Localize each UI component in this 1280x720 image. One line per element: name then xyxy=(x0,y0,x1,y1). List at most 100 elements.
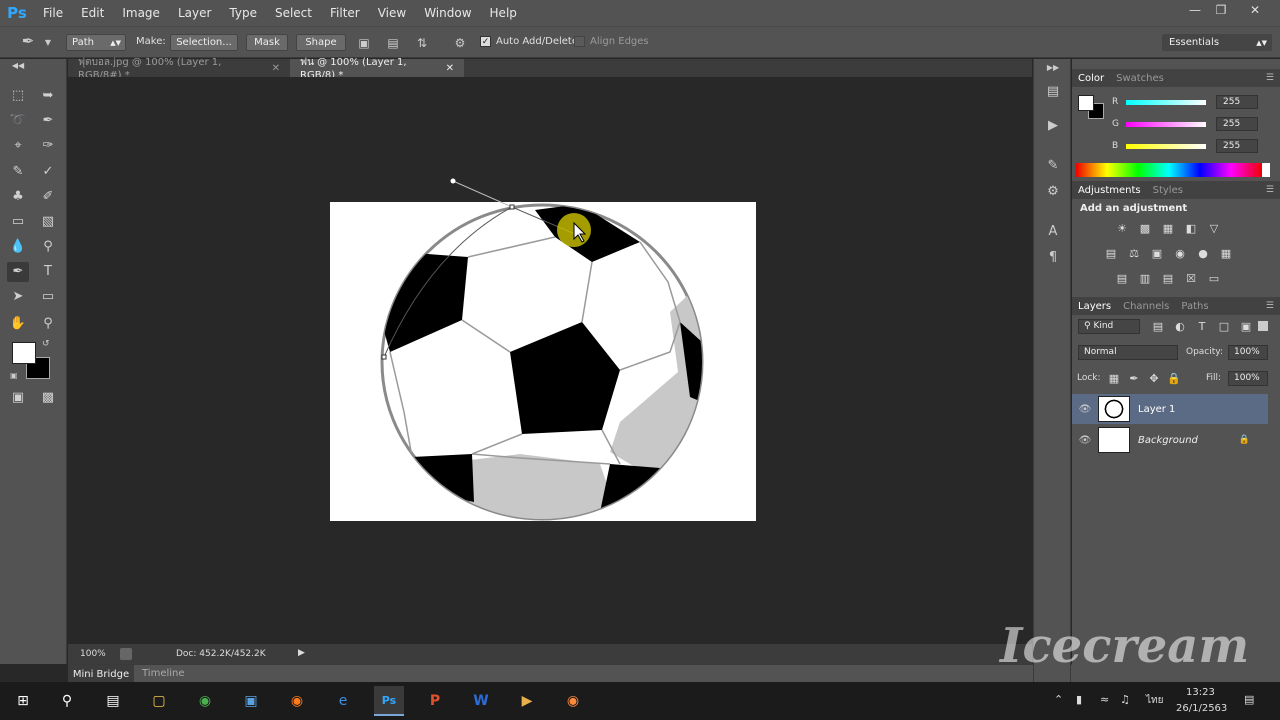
foreground-color-chip[interactable] xyxy=(1078,95,1094,111)
exposure-icon[interactable]: ◧ xyxy=(1183,221,1199,237)
canvas-area[interactable] xyxy=(68,77,1032,644)
tab-adjustments[interactable]: Adjustments xyxy=(1072,185,1147,196)
collapse-icon[interactable]: ◀◀ xyxy=(7,61,29,71)
wifi-icon[interactable]: ≈ xyxy=(1100,693,1109,706)
menu-image[interactable]: Image xyxy=(113,6,169,20)
selective-color-icon[interactable]: ☒ xyxy=(1183,271,1199,287)
marquee-tool-icon[interactable]: ⬚ xyxy=(7,86,29,106)
firefox-icon[interactable]: ◉ xyxy=(282,686,312,716)
menu-window[interactable]: Window xyxy=(415,6,480,20)
windows-start-icon[interactable]: ⊞ xyxy=(8,686,38,716)
pen-tool-preset-icon[interactable]: ✒ xyxy=(20,33,36,49)
brightness-icon[interactable]: ☀ xyxy=(1114,221,1130,237)
brush-presets-icon[interactable]: ✎ xyxy=(1044,157,1062,175)
dodge-tool-icon[interactable]: ⚲ xyxy=(37,237,59,257)
status-menu-arrow-icon[interactable]: ▶ xyxy=(298,648,305,658)
curves-icon[interactable]: ▦ xyxy=(1160,221,1176,237)
tray-chevron-icon[interactable]: ⌃ xyxy=(1054,693,1063,706)
layer-filter-select[interactable]: ⚲ Kind xyxy=(1078,319,1140,334)
clock-date[interactable]: 26/1/2563 xyxy=(1176,703,1227,714)
battery-icon[interactable]: ▮ xyxy=(1076,693,1082,706)
panel-menu-icon[interactable]: ☰ xyxy=(1266,301,1274,311)
shape-button[interactable]: Shape xyxy=(296,34,346,51)
default-colors-icon[interactable]: ▣ xyxy=(10,371,18,380)
tab-active-document[interactable]: ฟน @ 100% (Layer 1, RGB/8) * ✕ xyxy=(290,57,464,81)
paragraph-icon[interactable]: ¶ xyxy=(1044,249,1062,267)
menu-edit[interactable]: Edit xyxy=(72,6,113,20)
tool-presets-icon[interactable]: ⚙ xyxy=(1044,183,1062,201)
blue-track[interactable] xyxy=(1126,143,1206,149)
align-edges-checkbox[interactable] xyxy=(574,36,585,47)
blue-slider[interactable]: B 255 xyxy=(1112,139,1258,153)
actions-icon[interactable]: ▶ xyxy=(1044,117,1062,135)
spectrum-white[interactable] xyxy=(1262,163,1270,177)
gear-icon[interactable]: ⚙ xyxy=(452,35,468,51)
volume-icon[interactable]: ♫ xyxy=(1120,693,1130,706)
selection-button[interactable]: Selection... xyxy=(170,34,238,51)
close-icon[interactable]: ✕ xyxy=(1240,0,1270,20)
crop-tool-icon[interactable]: ⌖ xyxy=(7,136,29,156)
chrome-icon[interactable]: ◉ xyxy=(190,686,220,716)
mask-button[interactable]: Mask xyxy=(246,34,288,51)
lock-pixels-icon[interactable]: ✒ xyxy=(1126,371,1142,387)
share-icon[interactable] xyxy=(120,648,132,660)
tab-styles[interactable]: Styles xyxy=(1147,185,1189,196)
layer-row-background[interactable]: 👁 Background 🔒 xyxy=(1072,425,1268,455)
filter-toggle[interactable] xyxy=(1258,321,1268,331)
quick-select-tool-icon[interactable]: ✒ xyxy=(37,111,59,131)
fill-field[interactable]: 100% xyxy=(1228,371,1268,386)
red-track[interactable] xyxy=(1126,99,1206,105)
tab-football-jpg[interactable]: ฟุตบอล.jpg @ 100% (Layer 1, RGB/8#) * ✕ xyxy=(68,57,290,81)
menu-select[interactable]: Select xyxy=(266,6,321,20)
zoom-tool-icon[interactable]: ⚲ xyxy=(37,314,59,334)
menu-layer[interactable]: Layer xyxy=(169,6,220,20)
green-track[interactable] xyxy=(1126,121,1206,127)
photo-filter-icon[interactable]: ◉ xyxy=(1172,246,1188,262)
opacity-field[interactable]: 100% xyxy=(1228,345,1268,360)
eyedropper-tool-icon[interactable]: ✑ xyxy=(37,136,59,156)
tab-paths[interactable]: Paths xyxy=(1175,301,1214,312)
recorder-icon[interactable]: ◉ xyxy=(558,686,588,716)
filter-pixel-icon[interactable]: ▤ xyxy=(1150,319,1166,335)
gradient-map-icon[interactable]: ▭ xyxy=(1206,271,1222,287)
swap-colors-icon[interactable]: ↺ xyxy=(42,339,50,349)
language-indicator[interactable]: ไทย xyxy=(1146,693,1163,708)
clock-time[interactable]: 13:23 xyxy=(1186,687,1215,698)
red-slider[interactable]: R 255 xyxy=(1112,95,1258,109)
path-selection-tool-icon[interactable]: ➤ xyxy=(7,287,29,307)
panel-menu-icon[interactable]: ☰ xyxy=(1266,73,1274,83)
layer-row-layer-1[interactable]: 👁 Layer 1 xyxy=(1072,394,1268,424)
vibrance-icon[interactable]: ▽ xyxy=(1206,221,1222,237)
menu-view[interactable]: View xyxy=(369,6,415,20)
quick-mask-icon[interactable]: ▣ xyxy=(7,388,29,408)
search-icon[interactable]: ⚲ xyxy=(52,686,82,716)
rectangle-tool-icon[interactable]: ▭ xyxy=(37,287,59,307)
eye-icon[interactable]: 👁 xyxy=(1072,435,1098,446)
history-brush-tool-icon[interactable]: ✐ xyxy=(37,187,59,207)
restore-icon[interactable]: ❐ xyxy=(1206,0,1236,20)
task-view-icon[interactable]: ▤ xyxy=(98,686,128,716)
invert-icon[interactable]: ▤ xyxy=(1114,271,1130,287)
media-player-icon[interactable]: ▶ xyxy=(512,686,542,716)
screen-mode-icon[interactable]: ▩ xyxy=(37,388,59,408)
filter-shape-icon[interactable]: □ xyxy=(1216,319,1232,335)
tab-mini-bridge[interactable]: Mini Bridge xyxy=(68,665,134,683)
filter-type-icon[interactable]: T xyxy=(1194,319,1210,335)
tab-color[interactable]: Color xyxy=(1072,73,1110,84)
file-explorer-icon[interactable]: ▢ xyxy=(144,686,174,716)
lock-position-icon[interactable]: ✥ xyxy=(1146,371,1162,387)
healing-brush-tool-icon[interactable]: ✎ xyxy=(7,162,29,182)
red-value[interactable]: 255 xyxy=(1216,95,1258,109)
close-icon[interactable]: ✕ xyxy=(272,63,280,74)
powerpoint-icon[interactable]: P xyxy=(420,686,450,716)
path-arrangement-icon[interactable]: ⇅ xyxy=(414,35,430,51)
filter-smart-object-icon[interactable]: ▣ xyxy=(1238,319,1254,335)
character-icon[interactable]: A xyxy=(1044,223,1062,241)
blue-value[interactable]: 255 xyxy=(1216,139,1258,153)
tool-mode-select[interactable]: Path ▲▼ xyxy=(66,34,126,51)
hand-tool-icon[interactable]: ✋ xyxy=(7,314,29,334)
threshold-icon[interactable]: ▤ xyxy=(1160,271,1176,287)
black-white-icon[interactable]: ▣ xyxy=(1149,246,1165,262)
zoom-level[interactable]: 100% xyxy=(80,649,106,659)
color-spectrum-bar[interactable] xyxy=(1076,163,1262,177)
